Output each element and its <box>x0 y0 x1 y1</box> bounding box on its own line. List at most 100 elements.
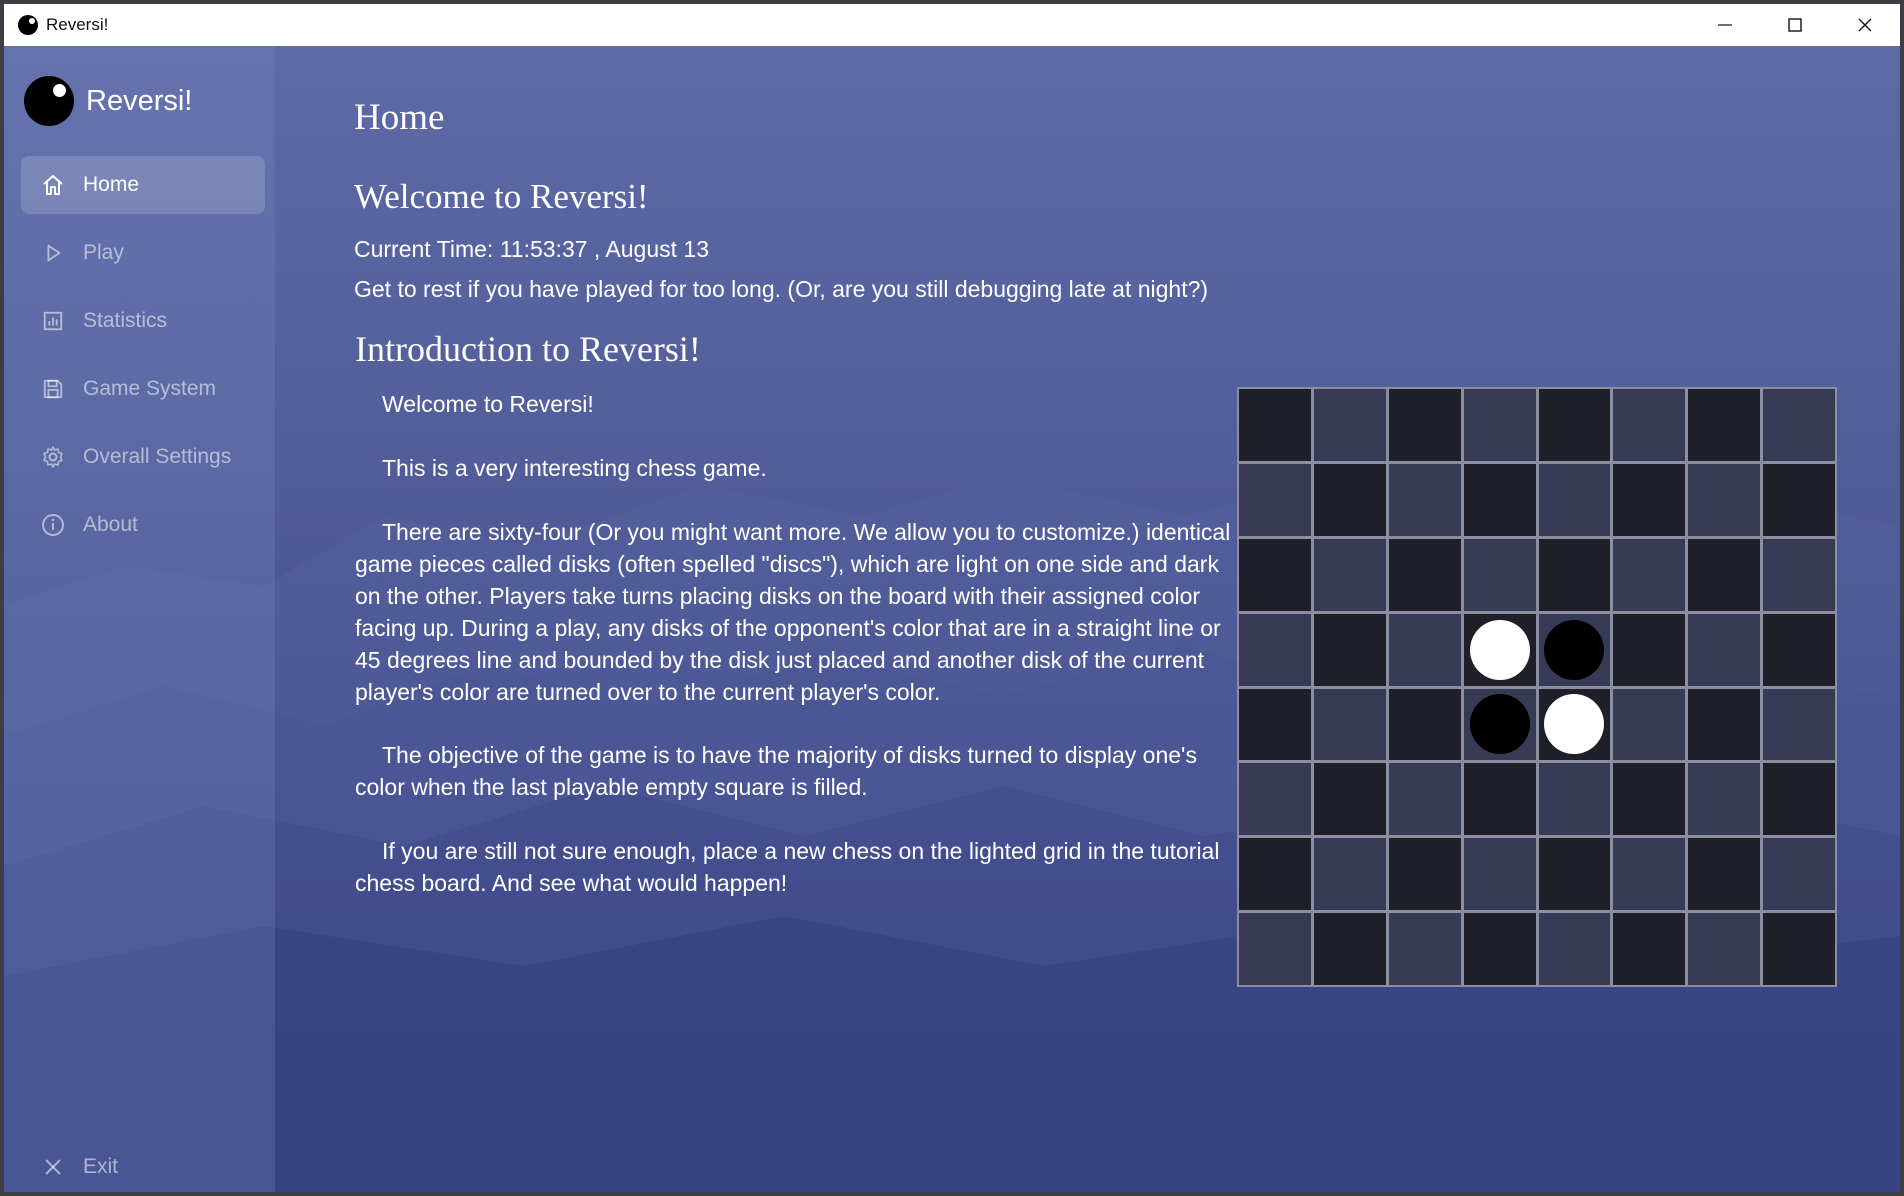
board-cell[interactable] <box>1688 688 1761 761</box>
board-cell[interactable] <box>1313 389 1386 461</box>
board-cell[interactable] <box>1763 913 1835 985</box>
board-cell[interactable] <box>1538 538 1611 611</box>
board-cell[interactable] <box>1613 613 1686 686</box>
tutorial-chess-board <box>1237 387 1837 987</box>
board-cell[interactable] <box>1463 838 1536 911</box>
home-icon <box>39 171 67 199</box>
sidebar-item-play[interactable]: Play <box>21 224 265 282</box>
brand-name: Reversi! <box>86 84 193 117</box>
board-cell[interactable] <box>1613 463 1686 536</box>
board-cell[interactable] <box>1463 538 1536 611</box>
board-cell[interactable] <box>1313 463 1386 536</box>
board-cell[interactable] <box>1388 763 1461 836</box>
board-cell[interactable] <box>1313 838 1386 911</box>
board-cell[interactable] <box>1613 838 1686 911</box>
board-cell[interactable] <box>1538 613 1611 686</box>
board-cell[interactable] <box>1388 913 1461 985</box>
board-cell[interactable] <box>1538 463 1611 536</box>
board-cell[interactable] <box>1388 838 1461 911</box>
board-cell[interactable] <box>1388 688 1461 761</box>
board-cell[interactable] <box>1463 688 1536 761</box>
board-cell[interactable] <box>1613 763 1686 836</box>
board-cell[interactable] <box>1463 613 1536 686</box>
board-cell[interactable] <box>1763 838 1835 911</box>
board-cell[interactable] <box>1313 613 1386 686</box>
board-cell[interactable] <box>1239 838 1311 911</box>
save-icon <box>39 375 67 403</box>
board-cell[interactable] <box>1538 763 1611 836</box>
board-cell[interactable] <box>1239 688 1311 761</box>
current-time-text: Current Time: 11:53:37 , August 13 <box>354 236 710 262</box>
board-cell[interactable] <box>1239 389 1311 461</box>
sidebar-item-label: Overall Settings <box>83 445 232 468</box>
board-cell[interactable] <box>1763 463 1835 536</box>
brand: Reversi! <box>24 76 192 126</box>
sidebar-item-game-system[interactable]: Game System <box>21 360 265 418</box>
board-cell[interactable] <box>1463 763 1536 836</box>
board-cell[interactable] <box>1239 613 1311 686</box>
board-cell[interactable] <box>1239 463 1311 536</box>
sidebar-item-home[interactable]: Home <box>21 156 265 214</box>
close-icon <box>39 1153 67 1181</box>
board-cell[interactable] <box>1239 913 1311 985</box>
board-cell[interactable] <box>1313 688 1386 761</box>
sidebar-item-overall-settings[interactable]: Overall Settings <box>21 428 265 486</box>
board-cell[interactable] <box>1538 389 1611 461</box>
board-cell[interactable] <box>1538 838 1611 911</box>
exit-label: Exit <box>83 1155 119 1178</box>
board-cell[interactable] <box>1313 913 1386 985</box>
board-cell[interactable] <box>1763 613 1835 686</box>
board-cell[interactable] <box>1538 688 1611 761</box>
board-cell[interactable] <box>1388 613 1461 686</box>
board-cell[interactable] <box>1538 913 1611 985</box>
board-cell[interactable] <box>1239 538 1311 611</box>
sidebar-item-statistics[interactable]: Statistics <box>21 292 265 350</box>
board-cell[interactable] <box>1388 389 1461 461</box>
board-cell[interactable] <box>1688 913 1761 985</box>
sidebar-item-about[interactable]: About <box>21 496 265 554</box>
board-cell[interactable] <box>1763 538 1835 611</box>
board-cell[interactable] <box>1613 913 1686 985</box>
sidebar: Reversi! Home Play Statistics Game Syste <box>4 46 275 1192</box>
board-cell[interactable] <box>1688 538 1761 611</box>
reversi-logo-icon <box>24 76 74 126</box>
exit-button[interactable]: Exit <box>21 1138 265 1192</box>
minimize-button[interactable] <box>1690 4 1760 46</box>
board-cell[interactable] <box>1688 463 1761 536</box>
black-disc <box>1544 619 1605 680</box>
board-cell[interactable] <box>1688 763 1761 836</box>
board-cell[interactable] <box>1239 763 1311 836</box>
app-icon <box>18 15 38 35</box>
board-cell[interactable] <box>1688 613 1761 686</box>
board-cell[interactable] <box>1313 538 1386 611</box>
window-controls <box>1690 4 1900 46</box>
app-window: Reversi! Reversi! Home Play Statistics G… <box>4 4 1900 1192</box>
board-cell[interactable] <box>1463 389 1536 461</box>
board-cell[interactable] <box>1688 389 1761 461</box>
board-cell[interactable] <box>1613 538 1686 611</box>
sidebar-item-label: About <box>83 513 138 536</box>
maximize-button[interactable] <box>1760 4 1830 46</box>
board-cell[interactable] <box>1763 763 1835 836</box>
welcome-heading: Welcome to Reversi! <box>354 177 649 216</box>
close-icon <box>1858 18 1872 32</box>
board-cell[interactable] <box>1613 389 1686 461</box>
board-cell[interactable] <box>1688 838 1761 911</box>
board-cell[interactable] <box>1463 463 1536 536</box>
board-cell[interactable] <box>1763 688 1835 761</box>
board-cell[interactable] <box>1388 538 1461 611</box>
intro-paragraph: There are sixty-four (Or you might want … <box>355 519 1231 705</box>
board-cell[interactable] <box>1763 389 1835 461</box>
gear-icon <box>39 443 67 471</box>
board-cell[interactable] <box>1313 763 1386 836</box>
info-icon <box>39 511 67 539</box>
white-disc <box>1544 694 1605 755</box>
white-disc <box>1469 619 1530 680</box>
board-cell[interactable] <box>1463 913 1536 985</box>
intro-paragraph: The objective of the game is to have the… <box>355 742 1197 800</box>
close-window-button[interactable] <box>1830 4 1900 46</box>
board-cell[interactable] <box>1613 688 1686 761</box>
sidebar-item-label: Statistics <box>83 309 168 332</box>
sidebar-item-label: Play <box>83 241 124 264</box>
board-cell[interactable] <box>1388 463 1461 536</box>
